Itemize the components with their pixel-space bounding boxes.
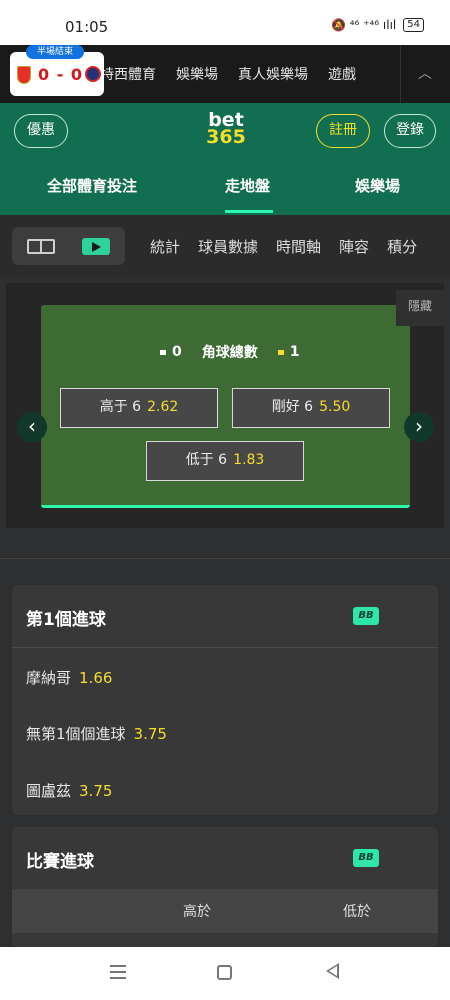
selection-label: 摩納哥 <box>26 669 72 687</box>
tab-timeline[interactable]: 時間軸 <box>276 236 321 257</box>
selection-label: 無第1個個進球 <box>26 725 126 743</box>
home-corners: 0 <box>172 344 182 360</box>
first-goal-market-card: 第1個進球 BB 摩納哥 1.66 無第1個個進球 3.75 圖盧茲 3.75 <box>12 585 438 815</box>
selection-odds: 3.75 <box>79 782 113 800</box>
system-nav-bar <box>0 947 450 1000</box>
selection-label: 剛好 6 <box>271 399 314 415</box>
corner-count-row: 0 角球總數 1 <box>160 342 300 362</box>
selection-label: 低于 6 <box>185 452 228 468</box>
selection-label: 圖盧茲 <box>26 782 72 800</box>
main-tabs: 全部體育投注 走地盤 娛樂場 <box>0 175 450 215</box>
status-icons: 🔕 ⁴⁶ ⁺⁴⁶ ılıl 54 <box>331 18 424 32</box>
odds-exact-button[interactable]: 剛好 6 5.50 <box>232 388 390 428</box>
match-sub-tabs: 統計 球員數據 時間軸 陣容 積分 <box>0 215 450 277</box>
top-nav-item-sports[interactable]: 特西體育 <box>100 64 156 84</box>
away-team-crest-icon <box>85 66 101 82</box>
odds-over-button[interactable]: 高于 6 2.62 <box>60 388 218 428</box>
tab-stats[interactable]: 統計 <box>150 236 180 257</box>
selection-row[interactable]: 無第1個個進球 3.75 <box>26 723 167 744</box>
login-button[interactable]: 登錄 <box>384 114 436 148</box>
view-toggle <box>12 227 125 265</box>
bet-builder-badge: BB <box>353 849 379 867</box>
column-under: 低於 <box>343 904 371 920</box>
selection-odds: 3.75 <box>133 725 167 743</box>
chevron-up-icon[interactable]: ︿ <box>418 63 432 83</box>
bet365-logo[interactable]: bet 365 <box>206 111 246 148</box>
selection-odds: 1.66 <box>79 669 113 687</box>
home-icon[interactable] <box>217 965 232 980</box>
column-over: 高於 <box>183 904 211 920</box>
top-nav-items: 特西體育 娛樂場 真人娛樂場 遊戲 <box>100 45 356 103</box>
home-team-crest-icon <box>17 66 31 84</box>
selection-row[interactable]: 摩納哥 1.66 <box>26 667 112 688</box>
mini-scoreboard[interactable]: 半場結束 0 - 0 <box>10 45 104 96</box>
selection-odds: 1.83 <box>233 452 265 468</box>
sub-tab-list: 統計 球員數據 時間軸 陣容 積分 <box>150 215 417 277</box>
bet-builder-badge: BB <box>353 607 379 625</box>
site-header: 優惠 bet 365 註冊 登錄 全部體育投注 走地盤 娛樂場 <box>0 103 450 215</box>
logo-text-bottom: 365 <box>206 126 246 148</box>
match-score: 0 - 0 <box>38 65 84 84</box>
battery-icon: 54 <box>403 18 424 32</box>
tab-in-play[interactable]: 走地盤 <box>225 175 270 196</box>
live-stream-icon[interactable] <box>82 238 110 255</box>
match-status-badge: 半場結束 <box>26 45 84 59</box>
divider <box>0 558 450 559</box>
tab-lineups[interactable]: 陣容 <box>339 236 369 257</box>
top-nav-item-games[interactable]: 遊戲 <box>328 64 356 84</box>
selection-label: 高于 6 <box>99 399 142 415</box>
selection-row[interactable]: 圖盧茲 3.75 <box>26 780 112 801</box>
hide-button[interactable]: 隱藏 <box>396 290 444 326</box>
odds-under-button[interactable]: 低于 6 1.83 <box>146 441 304 481</box>
divider <box>400 45 401 103</box>
market-title: 角球總數 <box>201 345 258 361</box>
column-header: 高於 低於 <box>12 889 438 933</box>
pitch-view-icon[interactable] <box>27 239 55 254</box>
card-title: 比賽進球 <box>26 852 94 872</box>
signal-icon: 🔕 ⁴⁶ ⁺⁴⁶ ılıl <box>330 18 397 32</box>
corner-flag-icon <box>160 349 166 355</box>
register-button[interactable]: 註冊 <box>316 114 370 148</box>
back-icon[interactable] <box>326 963 339 979</box>
active-tab-indicator <box>225 210 273 213</box>
selection-odds: 2.62 <box>147 399 179 415</box>
selection-odds: 5.50 <box>319 399 351 415</box>
top-nav-item-live-casino[interactable]: 真人娛樂場 <box>238 64 308 84</box>
tab-casino[interactable]: 娛樂場 <box>355 175 400 196</box>
chevron-right-icon[interactable]: › <box>404 412 434 442</box>
away-corners: 1 <box>289 344 300 360</box>
offers-button[interactable]: 優惠 <box>14 114 68 148</box>
menu-icon[interactable] <box>110 965 126 979</box>
clock: 01:05 <box>65 18 109 36</box>
match-goals-market-card: 比賽進球 BB 高於 低於 <box>12 827 438 947</box>
tab-player-stats[interactable]: 球員數據 <box>198 236 258 257</box>
chevron-left-icon[interactable]: ‹ <box>17 412 47 442</box>
corner-flag-icon <box>277 349 284 355</box>
top-nav-item-casino[interactable]: 娛樂場 <box>176 64 218 84</box>
tab-all-sports[interactable]: 全部體育投注 <box>47 175 137 196</box>
divider <box>12 647 438 648</box>
card-title: 第1個進球 <box>26 610 106 630</box>
tab-standings[interactable]: 積分 <box>387 236 417 257</box>
